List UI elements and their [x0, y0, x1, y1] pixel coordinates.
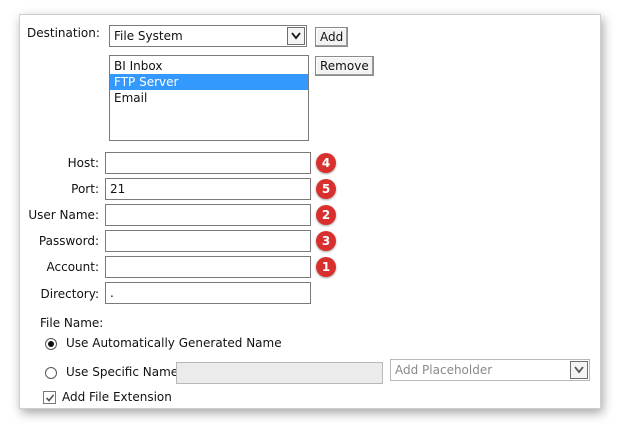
port-label: Port: — [71, 182, 99, 196]
auto-name-radio[interactable] — [45, 338, 57, 350]
user-name-input[interactable] — [105, 204, 311, 226]
list-item-email[interactable]: Email — [110, 90, 308, 106]
directory-label: Directory: — [40, 287, 99, 301]
account-badge: 1 — [316, 257, 336, 277]
user-name-badge: 2 — [316, 205, 336, 225]
add-extension-checkbox[interactable] — [43, 391, 56, 404]
destination-selected-value: File System — [114, 29, 183, 43]
destination-listbox[interactable]: BI Inbox FTP Server Email — [109, 55, 309, 141]
password-input[interactable] — [105, 230, 311, 252]
port-input[interactable]: 21 — [105, 178, 311, 200]
list-item-ftp-server[interactable]: FTP Server — [110, 74, 308, 90]
port-badge: 5 — [316, 179, 336, 199]
file-name-label: File Name: — [40, 316, 104, 330]
host-label: Host: — [67, 156, 99, 170]
add-extension-label[interactable]: Add File Extension — [62, 390, 172, 404]
remove-button[interactable]: Remove — [315, 56, 374, 76]
add-button[interactable]: Add — [315, 27, 349, 47]
chevron-down-icon[interactable] — [570, 361, 588, 379]
specific-name-radio[interactable] — [45, 367, 57, 379]
password-badge: 3 — [316, 231, 336, 251]
add-placeholder-select[interactable]: Add Placeholder — [390, 359, 590, 381]
ftp-destination-panel: Destination: File System Add Remove BI I… — [19, 14, 601, 409]
account-input[interactable] — [105, 256, 311, 278]
add-placeholder-value: Add Placeholder — [395, 363, 493, 377]
directory-input[interactable]: . — [105, 282, 311, 304]
specific-name-input[interactable] — [176, 362, 383, 384]
host-input[interactable] — [105, 152, 311, 174]
check-icon — [45, 394, 55, 402]
destination-select[interactable]: File System — [109, 25, 307, 47]
destination-label: Destination: — [27, 26, 100, 40]
account-label: Account: — [46, 260, 100, 274]
list-item-bi-inbox[interactable]: BI Inbox — [110, 58, 308, 74]
auto-name-label[interactable]: Use Automatically Generated Name — [66, 336, 282, 350]
host-badge: 4 — [316, 153, 336, 173]
chevron-down-icon[interactable] — [287, 27, 305, 45]
user-name-label: User Name: — [28, 208, 99, 222]
specific-name-label[interactable]: Use Specific Name — [66, 365, 178, 379]
password-label: Password: — [38, 234, 99, 248]
